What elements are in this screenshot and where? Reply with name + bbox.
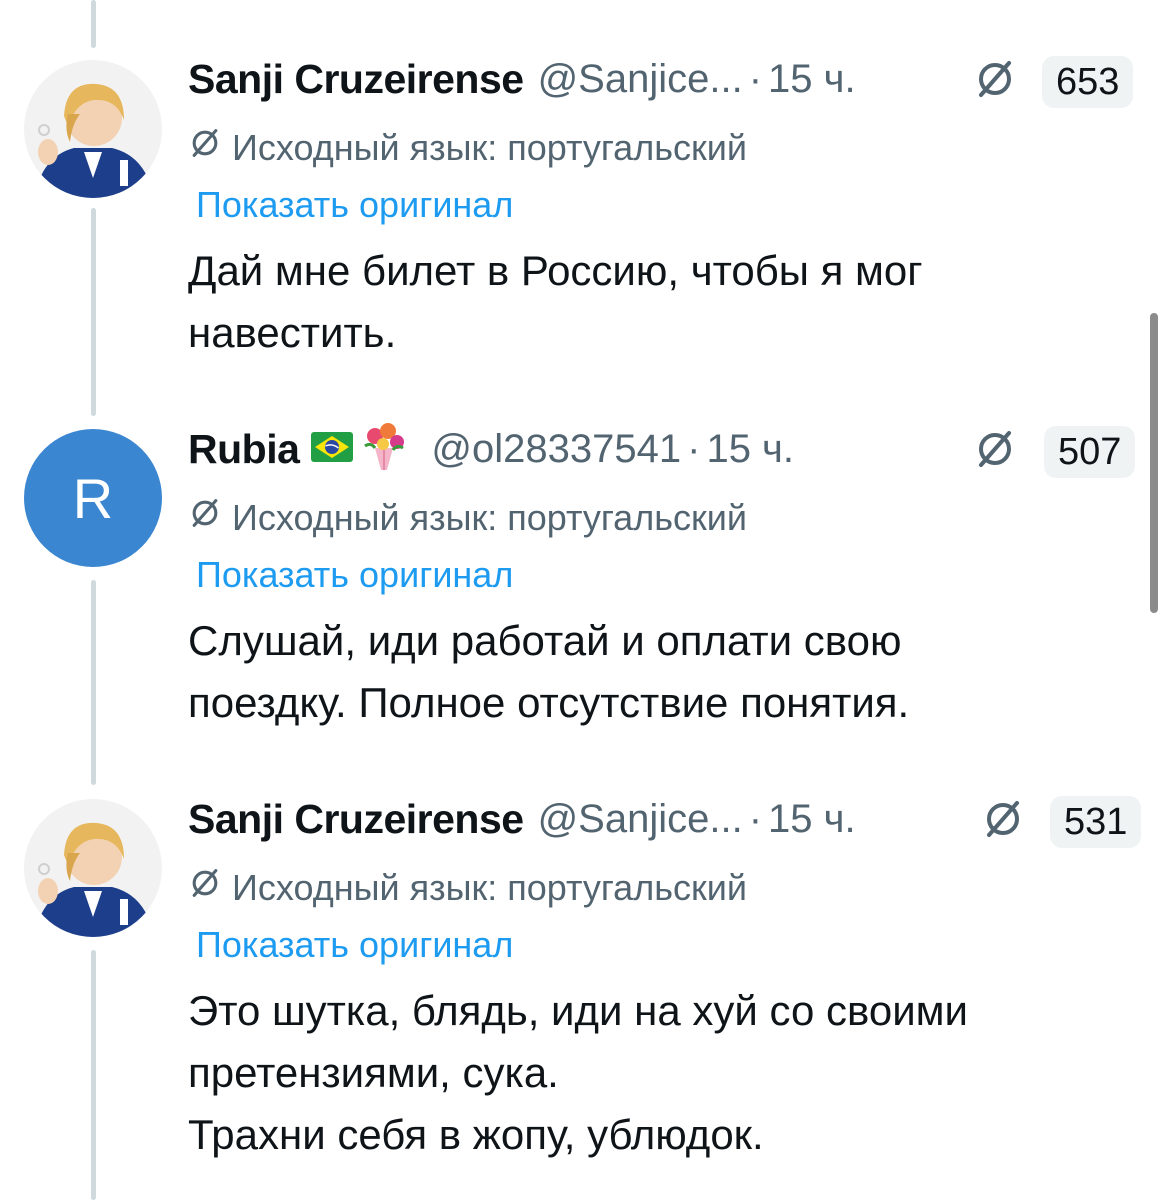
separator-dot: · <box>748 796 763 841</box>
display-name[interactable]: Sanji Cruzeirense <box>188 796 524 843</box>
tweet-text-line: претензиями, сука. <box>188 1049 559 1096</box>
avatar[interactable] <box>24 799 162 937</box>
source-language-label: Исходный язык: португальский <box>232 866 747 908</box>
tweet-header: Sanji Cruzeirense @Sanjice... · 15 ч. <box>188 794 856 844</box>
show-original-link[interactable]: Показать оригинал <box>196 924 513 966</box>
tweet-text-line: Трахни себя в жопу, ублюдок. <box>188 1111 764 1158</box>
count-badge[interactable]: 531 <box>1050 796 1142 848</box>
grok-button[interactable] <box>978 796 1028 846</box>
tweet-text-line: Это шутка, блядь, иди на хуй со своими <box>188 987 968 1034</box>
translation-info: Исходный язык: португальский <box>188 866 747 909</box>
scrollbar[interactable] <box>1150 313 1158 613</box>
tweet[interactable]: Sanji Cruzeirense @Sanjice... · 15 ч. 53… <box>0 0 1167 1200</box>
user-handle[interactable]: @Sanjice... <box>538 797 743 842</box>
tweet-text: Это шутка, блядь, иди на хуй со своими п… <box>188 980 1128 1166</box>
timestamp[interactable]: 15 ч. <box>768 797 856 842</box>
grok-icon <box>981 797 1025 846</box>
grok-small-icon <box>188 866 222 909</box>
